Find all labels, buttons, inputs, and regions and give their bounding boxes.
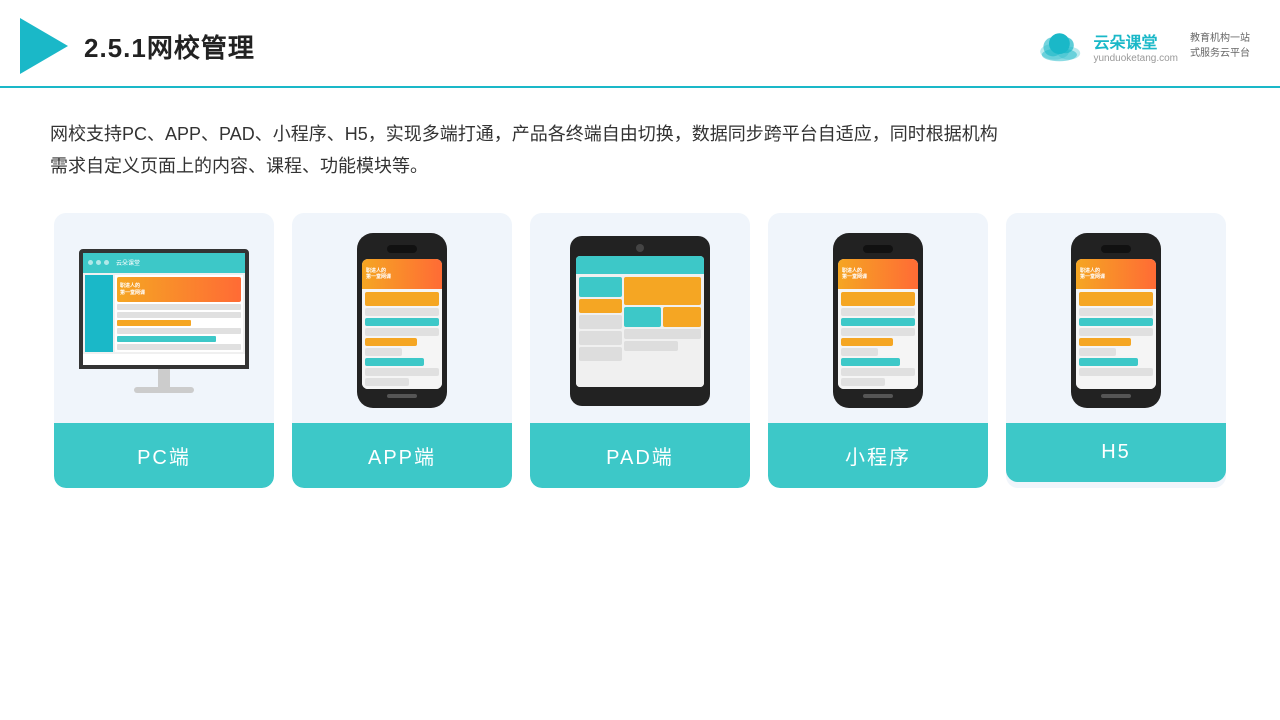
- page-title: 2.5.1网校管理: [84, 28, 255, 65]
- cards-container: 云朵课堂 职进人的第一堂网课: [50, 213, 1230, 488]
- header-left: 2.5.1网校管理: [20, 18, 255, 74]
- cloud-logo-icon: [1037, 30, 1085, 62]
- phone-app-icon: 职进人的第一堂网课: [357, 233, 447, 408]
- page-header: 2.5.1网校管理 云朵课堂 yunduoketang.com 教育机构一站式服…: [0, 0, 1280, 88]
- card-pad: PAD端: [530, 213, 750, 488]
- card-app: 职进人的第一堂网课: [292, 213, 512, 488]
- card-h5: 职进人的第一堂网课: [1006, 213, 1226, 488]
- card-pc: 云朵课堂 职进人的第一堂网课: [54, 213, 274, 488]
- main-content: 网校支持PC、APP、PAD、小程序、H5，实现多端打通，产品各终端自由切换，数…: [0, 88, 1280, 508]
- pc-monitor-icon: 云朵课堂 职进人的第一堂网课: [79, 249, 249, 393]
- tablet-pad-icon: [570, 236, 710, 406]
- brand-name: 云朵课堂: [1093, 29, 1178, 53]
- description-text: 网校支持PC、APP、PAD、小程序、H5，实现多端打通，产品各终端自由切换，数…: [50, 118, 1230, 183]
- card-h5-label: H5: [1006, 423, 1226, 482]
- phone-h5-icon: 职进人的第一堂网课: [1071, 233, 1161, 408]
- card-h5-image: 职进人的第一堂网课: [1006, 213, 1226, 423]
- card-miniprogram-label: 小程序: [768, 423, 988, 488]
- card-pad-label: PAD端: [530, 423, 750, 488]
- card-miniprogram: 职进人的第一堂网课: [768, 213, 988, 488]
- brand-url: yunduoketang.com: [1093, 53, 1178, 64]
- card-app-image: 职进人的第一堂网课: [292, 213, 512, 423]
- card-miniprogram-image: 职进人的第一堂网课: [768, 213, 988, 423]
- card-app-label: APP端: [292, 423, 512, 488]
- brand-slogan: 教育机构一站式服务云平台: [1190, 31, 1250, 61]
- card-pc-image: 云朵课堂 职进人的第一堂网课: [54, 213, 274, 423]
- brand-area: 云朵课堂 yunduoketang.com 教育机构一站式服务云平台: [1037, 29, 1250, 64]
- phone-miniprogram-icon: 职进人的第一堂网课: [833, 233, 923, 408]
- logo-triangle-icon: [20, 18, 68, 74]
- brand-logo: 云朵课堂 yunduoketang.com 教育机构一站式服务云平台: [1037, 29, 1250, 64]
- card-pc-label: PC端: [54, 423, 274, 488]
- card-pad-image: [530, 213, 750, 423]
